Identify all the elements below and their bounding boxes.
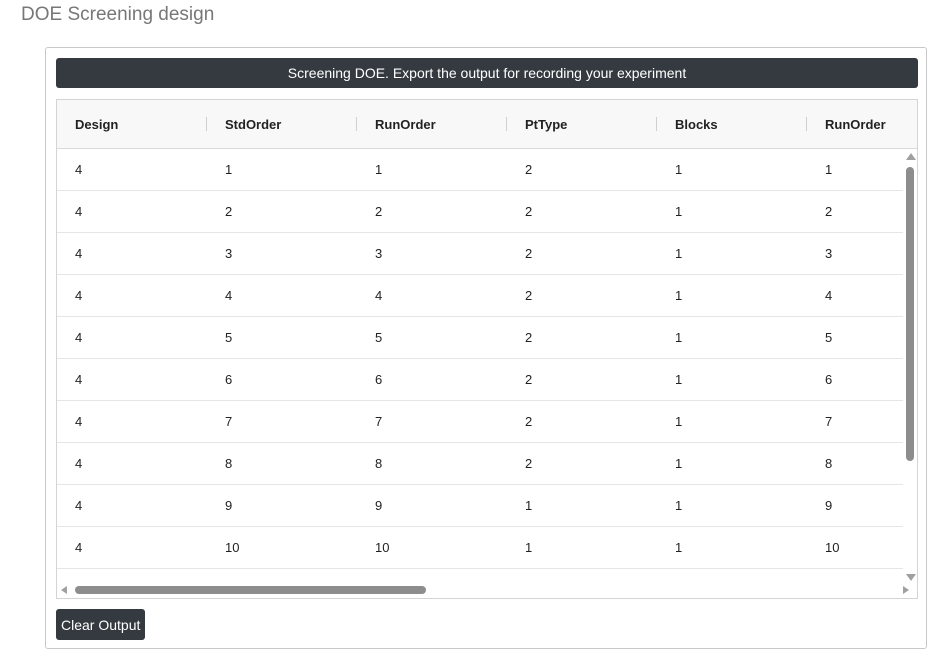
cell-blocks: 1 [675,456,683,471]
cell-stdorder: 3 [225,246,233,261]
column-separator[interactable] [806,117,807,131]
cell-pttype: 2 [525,204,533,219]
cell-runorder-2: 1 [825,162,833,177]
table-row[interactable]: 4 6 6 2 1 6 [57,359,903,401]
cell-blocks: 1 [675,540,683,555]
table-row[interactable]: 4 7 7 2 1 7 [57,401,903,443]
data-grid: Design StdOrder RunOrder PtType Blocks R… [56,99,918,599]
vertical-scroll-thumb[interactable] [906,167,914,461]
cell-stdorder: 9 [225,498,233,513]
page-title: DOE Screening design [21,4,215,25]
table-row[interactable]: 4 1 1 2 1 1 [57,149,903,191]
cell-runorder: 10 [375,540,390,555]
vertical-scrollbar[interactable] [903,149,917,583]
cell-blocks: 1 [675,330,683,345]
cell-runorder-2: 5 [825,330,833,345]
cell-runorder-2: 4 [825,288,833,303]
output-panel: Screening DOE. Export the output for rec… [45,47,927,649]
cell-runorder: 6 [375,372,383,387]
cell-design: 4 [75,498,83,513]
output-banner: Screening DOE. Export the output for rec… [56,58,918,88]
scroll-up-icon[interactable] [906,153,916,160]
table-row[interactable]: 4 3 3 2 1 3 [57,233,903,275]
cell-blocks: 1 [675,372,683,387]
cell-pttype: 2 [525,330,533,345]
cell-pttype: 2 [525,162,533,177]
cell-stdorder: 2 [225,204,233,219]
cell-design: 4 [75,288,83,303]
cell-blocks: 1 [675,162,683,177]
table-row[interactable]: 4 4 4 2 1 4 [57,275,903,317]
cell-design: 4 [75,372,83,387]
cell-runorder-2: 6 [825,372,833,387]
cell-runorder-2: 8 [825,456,833,471]
column-header-pttype[interactable]: PtType [525,100,567,148]
table-row[interactable]: 4 9 9 1 1 9 [57,485,903,527]
cell-pttype: 1 [525,540,533,555]
cell-stdorder: 5 [225,330,233,345]
clear-output-button[interactable]: Clear Output [56,609,146,640]
cell-blocks: 1 [675,246,683,261]
cell-runorder: 5 [375,330,383,345]
scroll-right-icon[interactable] [903,586,909,594]
table-row[interactable]: 4 2 2 2 1 2 [57,191,903,233]
cell-runorder: 8 [375,456,383,471]
cell-design: 4 [75,330,83,345]
cell-design: 4 [75,246,83,261]
column-separator[interactable] [356,117,357,131]
table-row[interactable]: 4 10 10 1 1 10 [57,527,903,569]
cell-design: 4 [75,204,83,219]
cell-design: 4 [75,162,83,177]
cell-stdorder: 1 [225,162,233,177]
cell-blocks: 1 [675,204,683,219]
table-row[interactable]: 4 8 8 2 1 8 [57,443,903,485]
cell-pttype: 1 [525,498,533,513]
cell-runorder: 1 [375,162,383,177]
column-header-blocks[interactable]: Blocks [675,100,718,148]
cell-pttype: 2 [525,456,533,471]
cell-stdorder: 4 [225,288,233,303]
table-row[interactable]: 4 5 5 2 1 5 [57,317,903,359]
horizontal-scroll-thumb[interactable] [75,586,426,594]
cell-stdorder: 8 [225,456,233,471]
cell-runorder-2: 9 [825,498,833,513]
cell-runorder-2: 7 [825,414,833,429]
cell-design: 4 [75,456,83,471]
cell-blocks: 1 [675,288,683,303]
cell-stdorder: 7 [225,414,233,429]
cell-pttype: 2 [525,246,533,261]
cell-runorder: 9 [375,498,383,513]
column-header-design[interactable]: Design [75,100,118,148]
column-header-runorder[interactable]: RunOrder [375,100,436,148]
cell-runorder-2: 3 [825,246,833,261]
cell-blocks: 1 [675,498,683,513]
cell-runorder: 7 [375,414,383,429]
cell-stdorder: 10 [225,540,240,555]
horizontal-scrollbar[interactable] [57,582,909,598]
column-header-runorder-2[interactable]: RunOrder [825,100,886,148]
cell-runorder-2: 10 [825,540,840,555]
cell-blocks: 1 [675,414,683,429]
cell-design: 4 [75,414,83,429]
column-header-stdorder[interactable]: StdOrder [225,100,281,148]
scroll-left-icon[interactable] [61,586,67,594]
column-separator[interactable] [656,117,657,131]
cell-design: 4 [75,540,83,555]
column-separator[interactable] [206,117,207,131]
column-separator[interactable] [506,117,507,131]
scroll-down-icon[interactable] [906,574,916,581]
cell-runorder: 2 [375,204,383,219]
cell-stdorder: 6 [225,372,233,387]
cell-runorder: 3 [375,246,383,261]
cell-pttype: 2 [525,414,533,429]
grid-header: Design StdOrder RunOrder PtType Blocks R… [57,100,917,149]
cell-runorder-2: 2 [825,204,833,219]
grid-body: 4 1 1 2 1 1 4 2 2 2 1 2 4 3 3 2 1 3 4 4 4 2 1 4 4 5 5 2 1 5 4 6 6 2 1 6 4 7 7 2… [57,149,903,569]
cell-pttype: 2 [525,288,533,303]
cell-runorder: 4 [375,288,383,303]
cell-pttype: 2 [525,372,533,387]
